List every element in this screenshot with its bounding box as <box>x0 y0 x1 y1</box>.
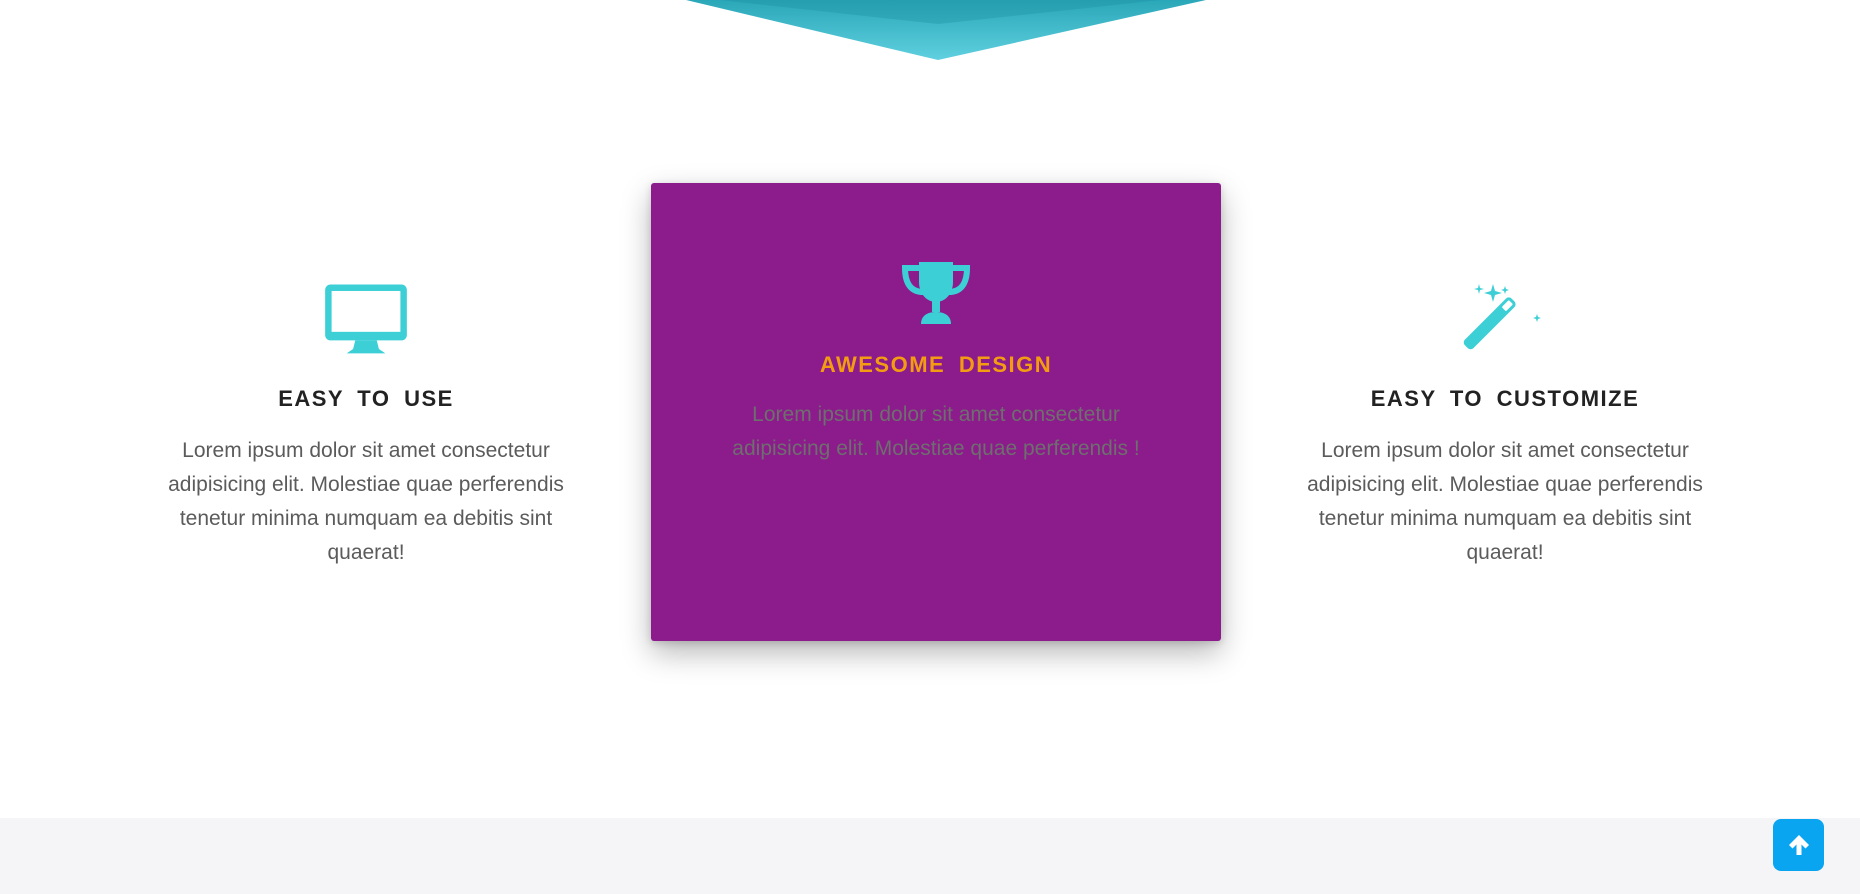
footer-section <box>0 818 1860 894</box>
feature-card-awesome-design: AWESOME DESIGN Lorem ipsum dolor sit ame… <box>651 183 1221 641</box>
feature-easy-to-use: EASY TO USE Lorem ipsum dolor sit amet c… <box>150 276 582 570</box>
feature-title: EASY TO CUSTOMIZE <box>1370 386 1640 411</box>
desktop-monitor-icon <box>325 284 407 354</box>
feature-description: Lorem ipsum dolor sit amet consectetur a… <box>168 439 564 564</box>
arrow-up-icon <box>1788 835 1809 855</box>
hero-banner-bottom-edge <box>686 0 1206 60</box>
trophy-icon <box>901 262 971 324</box>
magic-wand-icon <box>1463 284 1541 350</box>
feature-description: Lorem ipsum dolor sit amet consectetur a… <box>1307 439 1703 564</box>
feature-description: Lorem ipsum dolor sit amet consectetur a… <box>732 403 1140 460</box>
feature-title: EASY TO USE <box>278 386 454 411</box>
feature-title: AWESOME DESIGN <box>819 352 1053 377</box>
feature-easy-to-customize: EASY TO CUSTOMIZE Lorem ipsum dolor sit … <box>1289 276 1721 570</box>
scroll-to-top-button[interactable] <box>1773 819 1824 871</box>
